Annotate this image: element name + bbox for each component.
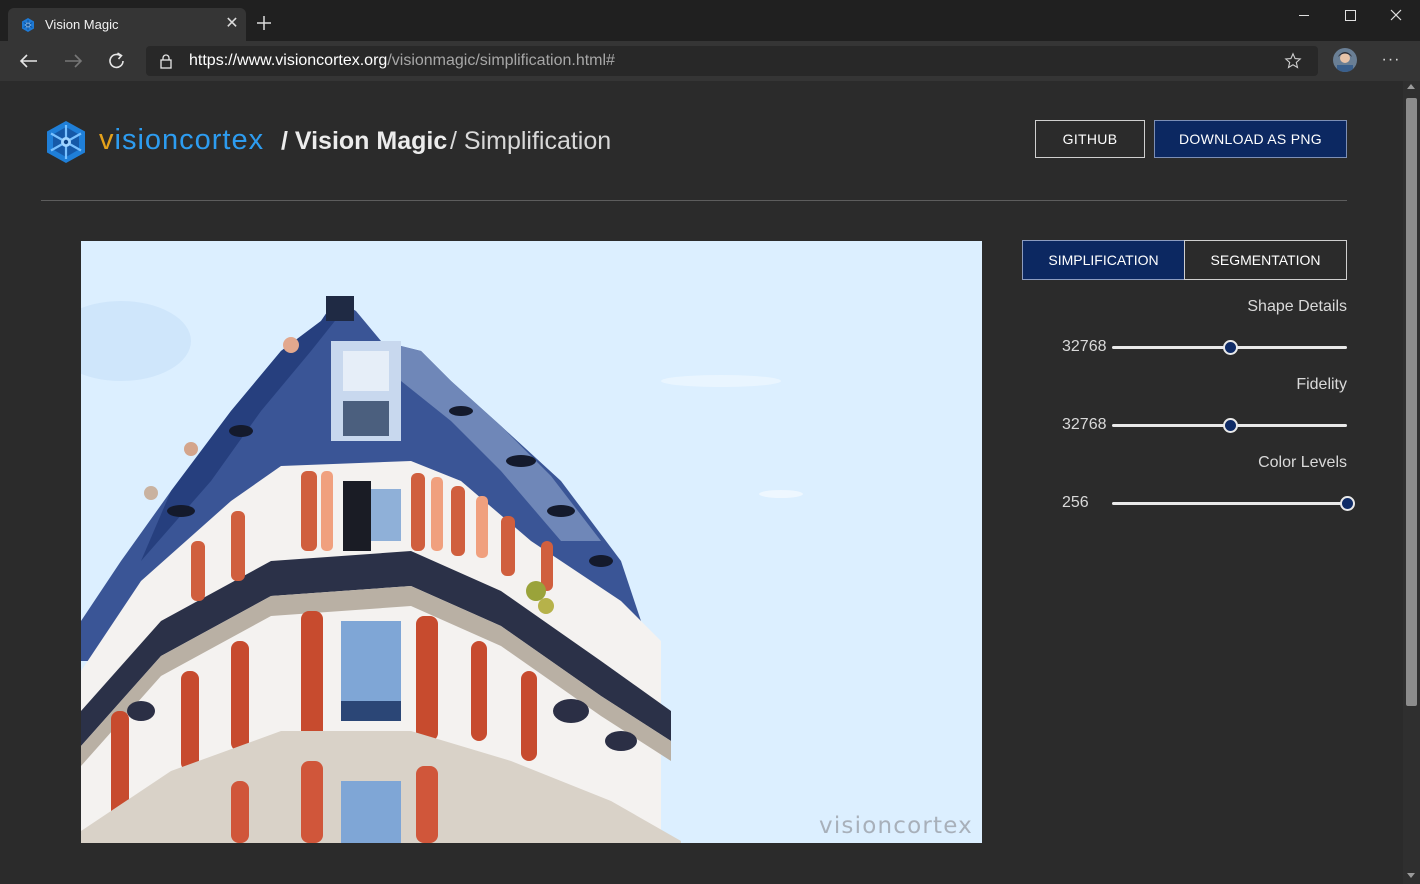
fidelity-slider[interactable] — [1112, 418, 1347, 433]
color-levels-slider-thumb[interactable] — [1340, 496, 1355, 511]
fidelity-value: 32768 — [1062, 416, 1107, 433]
scroll-down-arrow-icon[interactable] — [1407, 873, 1415, 878]
tab-title: Vision Magic — [45, 17, 119, 32]
scroll-thumb[interactable] — [1406, 98, 1417, 706]
shape-details-label: Shape Details — [1247, 298, 1347, 315]
more-menu-icon[interactable]: ··· — [1378, 49, 1404, 73]
tab-simplification[interactable]: SIMPLIFICATION — [1022, 240, 1185, 280]
brand-v: v — [99, 124, 115, 156]
watermark-text: visioncortex — [819, 813, 973, 839]
header-divider — [41, 200, 1347, 201]
browser-tab[interactable]: Vision Magic ✕ — [8, 8, 246, 41]
shape-details-slider-thumb[interactable] — [1222, 340, 1238, 355]
navigation-bar: https://www.visioncortex.org/visionmagic… — [0, 41, 1420, 81]
new-tab-icon[interactable] — [253, 12, 275, 34]
url-scheme: https:// — [189, 52, 238, 69]
minimize-icon[interactable] — [1281, 0, 1327, 32]
tab-segmentation[interactable]: SEGMENTATION — [1184, 240, 1347, 280]
color-levels-value: 256 — [1062, 494, 1089, 511]
forward-arrow-icon[interactable] — [60, 49, 86, 73]
fidelity-slider-thumb[interactable] — [1222, 418, 1238, 433]
title-bar: Vision Magic ✕ — [0, 0, 1420, 41]
favorite-star-icon[interactable] — [1284, 52, 1302, 70]
vertical-scrollbar[interactable] — [1403, 81, 1420, 884]
back-arrow-icon[interactable] — [16, 49, 42, 73]
lock-icon[interactable] — [158, 53, 174, 69]
scroll-up-arrow-icon[interactable] — [1407, 84, 1415, 89]
url-host: www.visioncortex.org — [237, 52, 388, 69]
address-bar[interactable]: https://www.visioncortex.org/visionmagic… — [146, 46, 1318, 76]
breadcrumb-vision-magic[interactable]: / Vision Magic — [281, 127, 447, 156]
brand-wordmark[interactable]: visioncortex — [99, 124, 264, 157]
close-tab-icon[interactable]: ✕ — [222, 14, 242, 34]
brand-rest: isioncortex — [114, 124, 265, 156]
color-levels-label: Color Levels — [1258, 454, 1347, 471]
profile-picture-icon — [1333, 48, 1357, 72]
visioncortex-logo-icon[interactable] — [44, 119, 88, 165]
profile-avatar[interactable] — [1333, 48, 1357, 72]
color-levels-slider[interactable] — [1112, 496, 1355, 511]
close-window-icon[interactable] — [1373, 0, 1419, 32]
visioncortex-favicon-icon — [22, 18, 34, 32]
github-button[interactable]: GITHUB — [1035, 120, 1145, 158]
fidelity-label: Fidelity — [1296, 376, 1347, 393]
shape-details-slider[interactable] — [1112, 340, 1347, 355]
breadcrumb-simplification: / Simplification — [450, 127, 612, 155]
shape-details-value: 32768 — [1062, 338, 1107, 355]
building-painting-image: visioncortex — [81, 241, 982, 843]
url-path: /visionmagic/simplification.html# — [387, 52, 615, 69]
url-text[interactable]: https://www.visioncortex.org/visionmagic… — [189, 52, 615, 70]
refresh-icon[interactable] — [104, 49, 130, 73]
simplified-image-canvas[interactable]: visioncortex — [81, 241, 982, 843]
download-png-button[interactable]: DOWNLOAD AS PNG — [1154, 120, 1347, 158]
maximize-icon[interactable] — [1327, 0, 1373, 32]
